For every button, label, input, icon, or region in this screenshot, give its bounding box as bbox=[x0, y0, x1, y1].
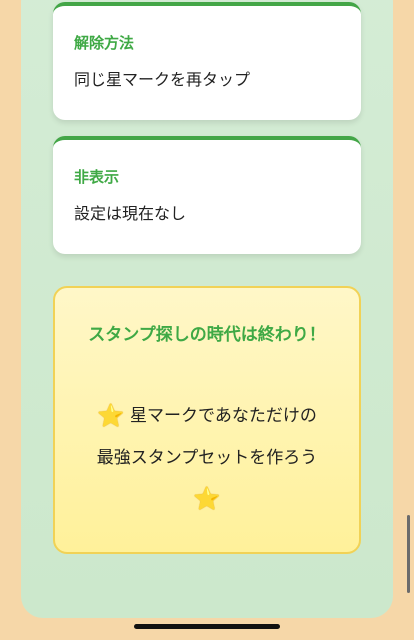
highlight-box: スタンプ探しの時代は終わり！ ⭐ 星マークであなただけの 最強スタンプセットを作… bbox=[53, 286, 361, 554]
highlight-line-1: ⭐ 星マークであなただけの bbox=[65, 404, 349, 429]
card-title: 非表示 bbox=[74, 168, 120, 186]
card-body: 同じ星マークを再タップ bbox=[74, 70, 251, 89]
info-card-unlock: 解除方法 同じ星マークを再タップ bbox=[53, 2, 361, 120]
highlight-title: スタンプ探しの時代は終わり！ bbox=[88, 325, 326, 345]
highlight-star-bottom: ⭐ bbox=[55, 488, 359, 512]
highlight-line-1-text: 星マークであなただけの bbox=[129, 406, 317, 426]
star-icon: ⭐ bbox=[193, 487, 221, 512]
scrollbar[interactable] bbox=[407, 515, 410, 593]
highlight-line-2: 最強スタンプセットを作ろう bbox=[96, 448, 318, 468]
info-card-hide: 非表示 設定は現在なし bbox=[53, 136, 361, 254]
star-icon: ⭐ bbox=[97, 404, 125, 429]
card-body: 設定は現在なし bbox=[74, 204, 187, 223]
home-indicator[interactable] bbox=[134, 624, 280, 629]
card-title: 解除方法 bbox=[74, 34, 135, 52]
